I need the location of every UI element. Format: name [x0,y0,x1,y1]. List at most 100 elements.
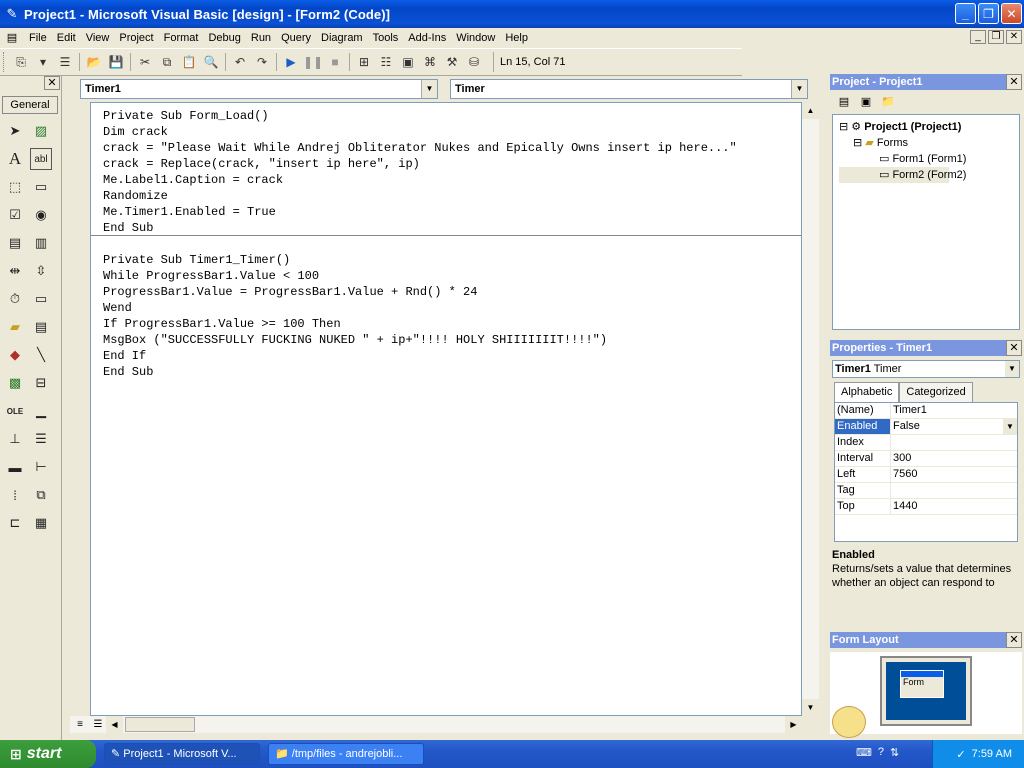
close-icon[interactable]: ✕ [1006,74,1022,90]
menu-edit[interactable]: Edit [52,28,81,48]
optionbutton-tool-icon[interactable]: ◉ [30,204,52,226]
vertical-scrollbar[interactable]: ▲ ▼ [802,102,819,716]
tree-node-form1[interactable]: ▭ Form1 (Form1) [839,151,1019,167]
property-row[interactable]: Enabled False ▼ [835,419,1017,435]
child-close-button[interactable]: ✕ [1006,30,1022,44]
slider-tool-icon[interactable]: ⊥ [4,428,26,450]
menu-add-ins[interactable]: Add-Ins [403,28,451,48]
view-code-icon[interactable]: ▤ [834,92,854,110]
undo-icon[interactable]: ↶ [229,51,251,73]
office-assistant-icon[interactable] [832,706,866,738]
data-view-icon[interactable]: ⛁ [463,51,485,73]
toggle-folders-icon[interactable]: 📁 [878,92,898,110]
find-icon[interactable]: 🔍 [200,51,222,73]
menu-view[interactable]: View [81,28,115,48]
procedure-view-icon[interactable]: ≡ [70,719,90,730]
menu-run[interactable]: Run [246,28,276,48]
property-value[interactable]: 7560 [891,467,1017,482]
filelistbox-tool-icon[interactable]: ▤ [30,316,52,338]
object-combo[interactable]: Timer1 ▼ [80,79,438,99]
form-layout-icon[interactable]: ▣ [397,51,419,73]
properties-window-icon[interactable]: ☷ [375,51,397,73]
chevron-down-icon[interactable]: ▼ [1003,419,1017,434]
imagecombo-tool-icon[interactable]: ⊏ [4,512,26,534]
procedure-combo[interactable]: Timer ▼ [450,79,808,99]
break-icon[interactable]: ❚❚ [302,51,324,73]
horizontal-scrollbar[interactable]: ≡ ☰ ◀ ▶ [70,716,802,733]
menu-help[interactable]: Help [500,28,533,48]
toolbar-grip[interactable] [3,52,7,72]
property-row[interactable]: Index [835,435,1017,451]
tab-alphabetic[interactable]: Alphabetic [834,382,900,402]
timer-procedure[interactable]: Private Sub Timer1_Timer() While Progres… [103,252,607,380]
drivelistbox-tool-icon[interactable]: ▭ [30,288,52,310]
toolbox-icon[interactable]: ⚒ [441,51,463,73]
code-editor[interactable]: Private Sub Form_Load() Dim crack crack … [90,102,802,716]
property-value[interactable]: 300 [891,451,1017,466]
scroll-thumb[interactable] [125,717,195,732]
data-tool-icon[interactable]: ⊟ [30,372,52,394]
hscrollbar-tool-icon[interactable]: ⇹ [4,260,26,282]
start-icon[interactable]: ▶ [280,51,302,73]
close-icon[interactable]: ✕ [1006,340,1022,356]
save-project-icon[interactable]: 💾 [105,51,127,73]
menu-window[interactable]: Window [451,28,500,48]
checkbox-tool-icon[interactable]: ☑ [4,204,26,226]
treeview-tool-icon[interactable]: ⊢ [30,456,52,478]
chevron-down-icon[interactable]: ▼ [791,80,807,98]
richtext-tool-icon[interactable]: ▦ [30,512,52,534]
listview-tool-icon[interactable]: ⁞ [4,484,26,506]
property-value[interactable]: 1440 [891,499,1017,514]
tree-node-form2[interactable]: ▭ Form2 (Form2) [839,167,966,183]
scroll-up-icon[interactable]: ▲ [802,102,819,119]
child-minimize-button[interactable]: _ [970,30,986,44]
minimize-button[interactable]: _ [955,3,976,24]
scroll-down-icon[interactable]: ▼ [802,699,819,716]
property-row[interactable]: Top 1440 [835,499,1017,515]
restore-button[interactable]: ❐ [978,3,999,24]
add-project-icon[interactable]: ⎘ [10,51,32,73]
cut-icon[interactable]: ✂ [134,51,156,73]
scroll-left-icon[interactable]: ◀ [106,716,123,733]
child-restore-button[interactable]: ❐ [988,30,1004,44]
copy-icon[interactable]: ⧉ [156,51,178,73]
code-window-icon[interactable]: ▤ [4,30,20,46]
network-icon[interactable]: ⇅ [890,746,899,759]
view-object-icon[interactable]: ▣ [856,92,876,110]
close-button[interactable]: ✕ [1001,3,1022,24]
ole-tool-icon[interactable]: OLE [4,400,26,422]
clock[interactable]: 7:59 AM [972,748,1012,760]
property-row[interactable]: Left 7560 [835,467,1017,483]
toolbox-close-button[interactable]: ✕ [44,76,60,90]
menu-project[interactable]: Project [114,28,158,48]
line-tool-icon[interactable]: ╲ [30,344,52,366]
end-icon[interactable]: ■ [324,51,346,73]
frame-tool-icon[interactable]: ⬚ [4,176,26,198]
toolbox-tab-general[interactable]: General [2,96,58,114]
add-form-icon[interactable]: ▾ [32,51,54,73]
taskbar-item-files[interactable]: 📁 /tmp/files - andrejobli... [268,743,424,765]
tabstrip-tool-icon[interactable]: ⧉ [30,484,52,506]
combobox-tool-icon[interactable]: ▤ [4,232,26,254]
label-tool-icon[interactable]: A [4,148,26,170]
menu-diagram[interactable]: Diagram [316,28,368,48]
commandbutton-tool-icon[interactable]: ▭ [30,176,52,198]
dirlistbox-tool-icon[interactable]: ▰ [4,316,26,338]
menu-debug[interactable]: Debug [203,28,245,48]
toolbar-tool-icon[interactable]: ▬ [4,456,26,478]
object-selector[interactable]: Timer1 Timer ▼ [832,360,1020,378]
help-icon[interactable]: ? [878,746,884,759]
property-value[interactable]: Timer1 [891,403,1017,418]
menu-editor-icon[interactable]: ☰ [54,51,76,73]
form-thumbnail[interactable]: Form [900,670,944,698]
object-browser-icon[interactable]: ⌘ [419,51,441,73]
shape-tool-icon[interactable]: ◆ [4,344,26,366]
start-button[interactable]: ⊞ start [0,740,96,768]
image-tool-icon[interactable]: ▩ [4,372,26,394]
form-load-procedure[interactable]: Private Sub Form_Load() Dim crack crack … [103,108,737,236]
project-explorer-icon[interactable]: ⊞ [353,51,375,73]
textbox-tool-icon[interactable]: abl [30,148,52,170]
tree-node-forms[interactable]: ⊟ ▰ Forms [839,135,1019,151]
chevron-down-icon[interactable]: ▼ [1005,361,1019,377]
pointer-tool-icon[interactable]: ➤ [4,120,26,142]
